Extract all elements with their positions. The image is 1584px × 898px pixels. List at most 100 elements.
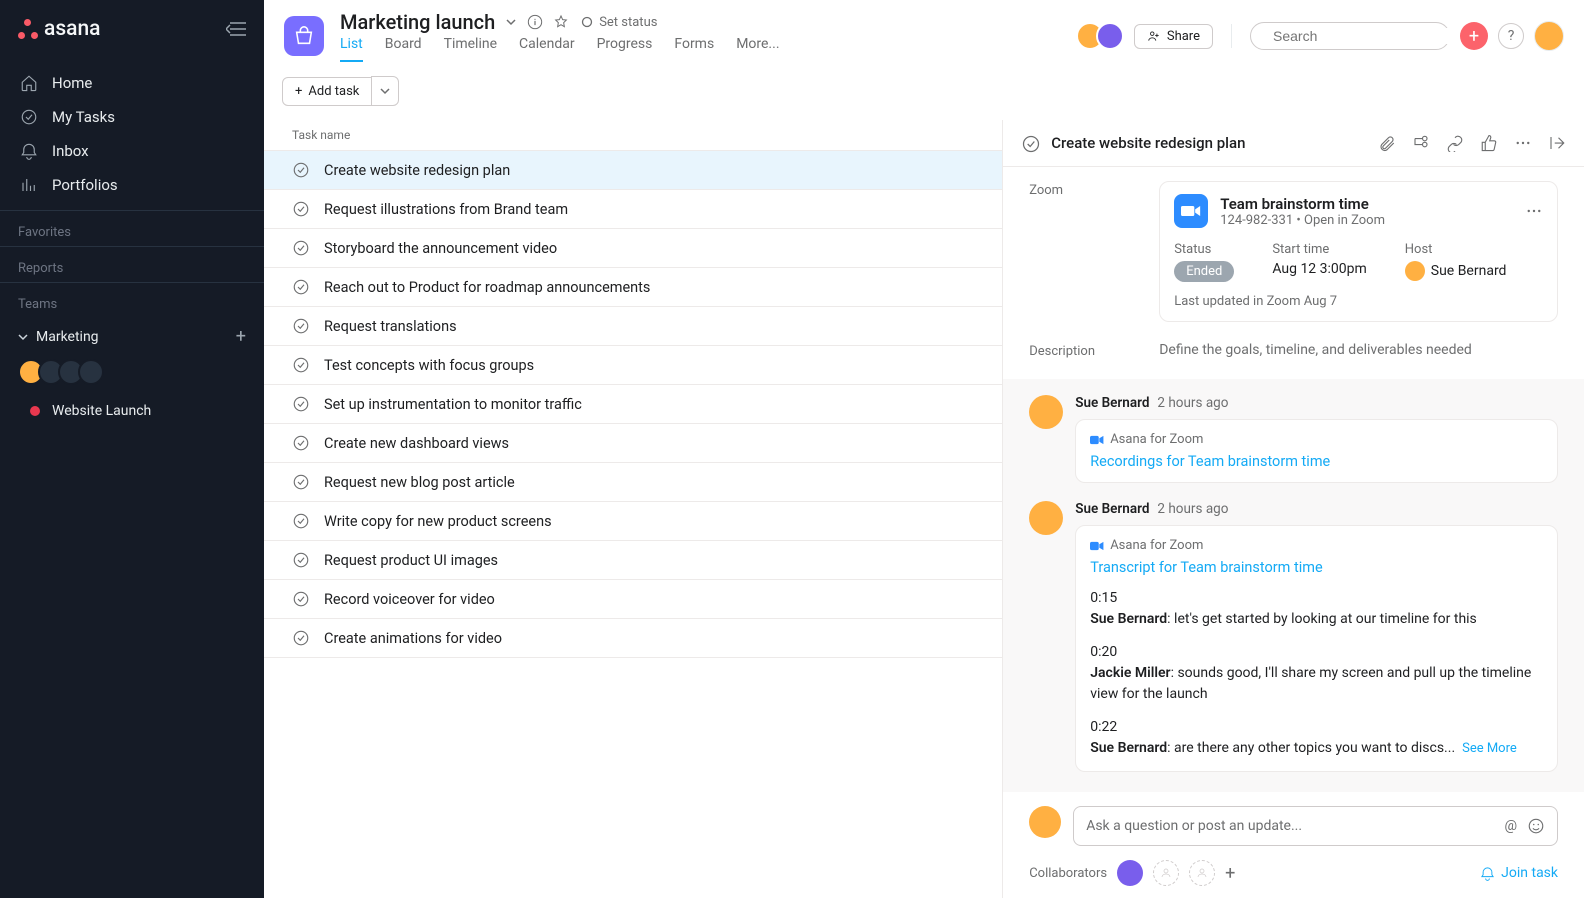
task-checkbox-icon[interactable] — [292, 395, 310, 413]
team-members[interactable] — [0, 355, 264, 395]
info-icon[interactable] — [527, 14, 543, 30]
sidebar-collapse-icon[interactable] — [226, 21, 246, 37]
task-row[interactable]: Record voiceover for video — [264, 580, 1002, 619]
share-button[interactable]: Share — [1134, 24, 1213, 49]
task-checkbox-icon[interactable] — [292, 629, 310, 647]
add-collaborator-button[interactable]: + — [1225, 863, 1235, 884]
collaborator-avatar[interactable] — [1117, 860, 1143, 886]
task-checkbox-icon[interactable] — [292, 278, 310, 296]
add-collaborator-slot[interactable] — [1153, 860, 1179, 886]
comment-author-avatar[interactable] — [1029, 395, 1063, 429]
add-task-dropdown[interactable] — [371, 76, 399, 106]
tab-list[interactable]: List — [340, 36, 363, 62]
sidebar: asana Home My Tasks Inbox Portfolios — [0, 0, 264, 898]
attachment-icon[interactable] — [1378, 134, 1396, 152]
tab-board[interactable]: Board — [385, 36, 422, 62]
task-row[interactable]: Request new blog post article — [264, 463, 1002, 502]
task-title: Request illustrations from Brand team — [324, 201, 568, 218]
comment-author[interactable]: Sue Bernard — [1075, 395, 1149, 411]
set-status-button[interactable]: Set status — [579, 13, 659, 32]
comment-author[interactable]: Sue Bernard — [1075, 501, 1149, 517]
sidebar-project-website-launch[interactable]: Website Launch — [0, 395, 264, 427]
task-row[interactable]: Storyboard the announcement video — [264, 229, 1002, 268]
tab-progress[interactable]: Progress — [597, 36, 653, 62]
collaborators-label: Collaborators — [1029, 866, 1107, 881]
task-row[interactable]: Request illustrations from Brand team — [264, 190, 1002, 229]
nav-home[interactable]: Home — [0, 66, 264, 100]
emoji-icon[interactable] — [1527, 817, 1545, 835]
subtask-icon[interactable] — [1412, 134, 1430, 152]
global-create-button[interactable]: + — [1460, 22, 1488, 50]
nav-inbox[interactable]: Inbox — [0, 134, 264, 168]
nav-my-tasks[interactable]: My Tasks — [0, 100, 264, 134]
task-row[interactable]: Test concepts with focus groups — [264, 346, 1002, 385]
transcript-timestamp: 0:20 — [1090, 642, 1543, 663]
join-task-button[interactable]: Join task — [1480, 865, 1558, 881]
complete-task-checkbox[interactable] — [1021, 134, 1039, 152]
add-collaborator-slot[interactable] — [1189, 860, 1215, 886]
task-row[interactable]: Write copy for new product screens — [264, 502, 1002, 541]
task-row[interactable]: Request translations — [264, 307, 1002, 346]
task-row[interactable]: Set up instrumentation to monitor traffi… — [264, 385, 1002, 424]
task-checkbox-icon[interactable] — [292, 317, 310, 335]
project-title[interactable]: Marketing launch — [340, 10, 495, 34]
profile-avatar[interactable] — [1534, 21, 1564, 51]
tab-more[interactable]: More... — [736, 36, 779, 62]
zoom-host-value: Sue Bernard — [1431, 263, 1507, 279]
tab-calendar[interactable]: Calendar — [519, 36, 575, 62]
task-detail-title[interactable]: Create website redesign plan — [1051, 134, 1245, 152]
task-checkbox-icon[interactable] — [292, 473, 310, 491]
task-checkbox-icon[interactable] — [292, 356, 310, 374]
see-more-link[interactable]: See More — [1462, 741, 1517, 756]
tab-timeline[interactable]: Timeline — [444, 36, 497, 62]
task-row[interactable]: Create website redesign plan — [264, 151, 1002, 190]
divider — [1231, 24, 1232, 48]
task-row[interactable]: Request product UI images — [264, 541, 1002, 580]
tab-forms[interactable]: Forms — [674, 36, 714, 62]
zoom-card-menu-icon[interactable] — [1525, 202, 1543, 220]
brand-name: asana — [44, 17, 100, 41]
brand-logo[interactable]: asana — [18, 17, 100, 41]
project-icon[interactable] — [284, 16, 324, 56]
help-button[interactable]: ? — [1498, 23, 1524, 49]
search-field[interactable] — [1273, 28, 1454, 44]
transcript-timestamp: 0:22 — [1090, 717, 1543, 738]
task-row[interactable]: Create new dashboard views — [264, 424, 1002, 463]
close-pane-icon[interactable] — [1548, 134, 1566, 152]
zoom-logo-icon — [1174, 194, 1208, 228]
task-row[interactable]: Reach out to Product for roadmap announc… — [264, 268, 1002, 307]
link-icon[interactable] — [1446, 134, 1464, 152]
add-to-team-icon[interactable]: + — [236, 326, 246, 347]
task-row[interactable]: Create animations for video — [264, 619, 1002, 658]
nav-portfolios[interactable]: Portfolios — [0, 168, 264, 202]
task-checkbox-icon[interactable] — [292, 590, 310, 608]
task-checkbox-icon[interactable] — [292, 239, 310, 257]
star-icon[interactable] — [553, 14, 569, 30]
project-menu-chevron-icon[interactable] — [505, 14, 517, 30]
more-icon[interactable] — [1514, 134, 1532, 152]
search-input[interactable] — [1250, 22, 1450, 50]
project-members[interactable] — [1076, 22, 1124, 50]
favorites-heading[interactable]: Favorites — [0, 211, 264, 246]
task-checkbox-icon[interactable] — [292, 512, 310, 530]
comment-link[interactable]: Transcript for Team brainstorm time — [1090, 559, 1543, 576]
description-text[interactable]: Define the goals, timeline, and delivera… — [1159, 342, 1558, 358]
asana-logo-icon — [18, 19, 38, 39]
task-checkbox-icon[interactable] — [292, 200, 310, 218]
open-in-zoom-link[interactable]: Open in Zoom — [1304, 213, 1385, 228]
comment-composer[interactable]: Ask a question or post an update... @ — [1073, 806, 1558, 846]
task-checkbox-icon[interactable] — [292, 551, 310, 569]
add-task-button[interactable]: + Add task — [282, 77, 372, 106]
transcript-text: : are there any other topics you want to… — [1167, 740, 1455, 756]
task-checkbox-icon[interactable] — [292, 161, 310, 179]
reports-heading[interactable]: Reports — [0, 247, 264, 282]
task-checkbox-icon[interactable] — [292, 434, 310, 452]
host-avatar — [1405, 261, 1425, 281]
column-header-task-name[interactable]: Task name — [264, 120, 1002, 151]
team-toggle[interactable]: Marketing + — [0, 318, 264, 355]
mention-icon[interactable]: @ — [1504, 818, 1517, 834]
comment-link[interactable]: Recordings for Team brainstorm time — [1090, 453, 1543, 470]
comment-author-avatar[interactable] — [1029, 501, 1063, 535]
transcript-text: : let's get started by looking at our ti… — [1167, 611, 1477, 627]
like-icon[interactable] — [1480, 134, 1498, 152]
